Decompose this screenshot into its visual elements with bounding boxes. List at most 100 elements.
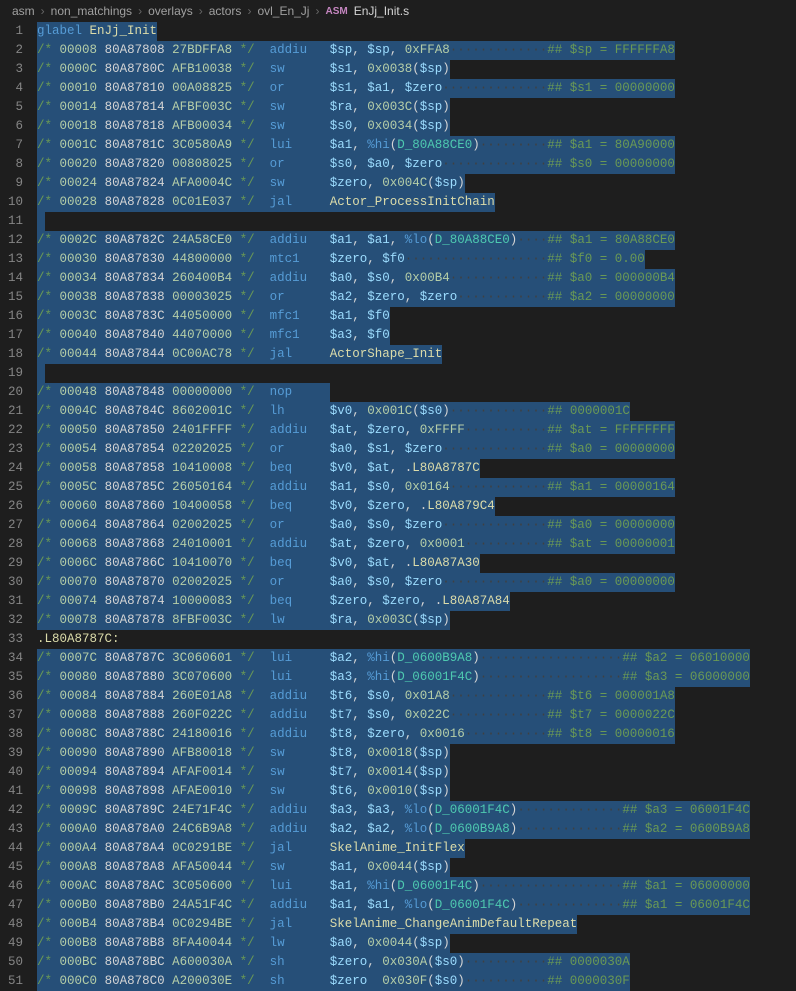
line-number: 4: [8, 79, 23, 98]
line-number: 32: [8, 611, 23, 630]
code-line[interactable]: /* 00084 80A87884 260E01A8 */ addiu $t6,…: [37, 687, 792, 706]
line-number: 7: [8, 136, 23, 155]
code-line[interactable]: /* 0008C 80A8788C 24180016 */ addiu $t8,…: [37, 725, 792, 744]
code-line[interactable]: /* 00054 80A87854 02202025 */ or $a0, $s…: [37, 440, 792, 459]
code-line[interactable]: /* 00010 80A87810 00A08825 */ or $s1, $a…: [37, 79, 792, 98]
line-number: 22: [8, 421, 23, 440]
code-line[interactable]: /* 000B8 80A878B8 8FA40044 */ lw $a0, 0x…: [37, 934, 792, 953]
code-line[interactable]: /* 00018 80A87818 AFB00034 */ sw $s0, 0x…: [37, 117, 792, 136]
line-number: 15: [8, 288, 23, 307]
code-line[interactable]: /* 00044 80A87844 0C00AC78 */ jal ActorS…: [37, 345, 792, 364]
code-line[interactable]: /* 00014 80A87814 AFBF003C */ sw $ra, 0x…: [37, 98, 792, 117]
breadcrumb-part[interactable]: ovl_En_Jj: [257, 4, 309, 18]
chevron-right-icon: ›: [247, 4, 251, 18]
line-number: 33: [8, 630, 23, 649]
code-line[interactable]: /* 00070 80A87870 02002025 */ or $a0, $s…: [37, 573, 792, 592]
line-number: 12: [8, 231, 23, 250]
line-number: 9: [8, 174, 23, 193]
line-number: 6: [8, 117, 23, 136]
chevron-right-icon: ›: [41, 4, 45, 18]
breadcrumb-part[interactable]: asm: [12, 4, 35, 18]
code-line[interactable]: glabel EnJj_Init: [37, 22, 792, 41]
line-number: 31: [8, 592, 23, 611]
line-number: 30: [8, 573, 23, 592]
code-line[interactable]: /* 000B0 80A878B0 24A51F4C */ addiu $a1,…: [37, 896, 792, 915]
breadcrumb-part[interactable]: non_matchings: [51, 4, 132, 18]
code-line[interactable]: /* 00058 80A87858 10410008 */ beq $v0, $…: [37, 459, 792, 478]
code-line[interactable]: /* 000A0 80A878A0 24C6B9A8 */ addiu $a2,…: [37, 820, 792, 839]
line-number: 13: [8, 250, 23, 269]
code-line[interactable]: /* 000A8 80A878A8 AFA50044 */ sw $a1, 0x…: [37, 858, 792, 877]
line-number: 17: [8, 326, 23, 345]
chevron-right-icon: ›: [199, 4, 203, 18]
code-line[interactable]: /* 00048 80A87848 00000000 */ nop: [37, 383, 792, 402]
breadcrumb-file[interactable]: EnJj_Init.s: [354, 4, 409, 18]
line-number: 34: [8, 649, 23, 668]
line-number: 24: [8, 459, 23, 478]
line-number: 49: [8, 934, 23, 953]
code-line[interactable]: /* 0004C 80A8784C 8602001C */ lh $v0, 0x…: [37, 402, 792, 421]
line-number: 50: [8, 953, 23, 972]
breadcrumb: asm › non_matchings › overlays › actors …: [0, 0, 796, 22]
code-line[interactable]: /* 00080 80A87880 3C070600 */ lui $a3, %…: [37, 668, 792, 687]
line-number: 5: [8, 98, 23, 117]
line-number: 36: [8, 687, 23, 706]
code-line[interactable]: /* 0006C 80A8786C 10410070 */ beq $v0, $…: [37, 554, 792, 573]
breadcrumb-part[interactable]: overlays: [148, 4, 193, 18]
line-number: 20: [8, 383, 23, 402]
line-number: 10: [8, 193, 23, 212]
code-line[interactable]: [37, 364, 792, 383]
code-line[interactable]: /* 00074 80A87874 10000083 */ beq $zero,…: [37, 592, 792, 611]
code-line[interactable]: /* 00078 80A87878 8FBF003C */ lw $ra, 0x…: [37, 611, 792, 630]
code-line[interactable]: /* 00090 80A87890 AFB80018 */ sw $t8, 0x…: [37, 744, 792, 763]
code-line[interactable]: /* 00024 80A87824 AFA0004C */ sw $zero, …: [37, 174, 792, 193]
code-line[interactable]: /* 0003C 80A8783C 44050000 */ mfc1 $a1, …: [37, 307, 792, 326]
code-line[interactable]: /* 0000C 80A8780C AFB10038 */ sw $s1, 0x…: [37, 60, 792, 79]
code-line[interactable]: [37, 212, 792, 231]
code-line[interactable]: /* 0005C 80A8785C 26050164 */ addiu $a1,…: [37, 478, 792, 497]
line-number: 45: [8, 858, 23, 877]
line-number: 23: [8, 440, 23, 459]
code-line[interactable]: /* 00050 80A87850 2401FFFF */ addiu $at,…: [37, 421, 792, 440]
code-line[interactable]: /* 00064 80A87864 02002025 */ or $a0, $s…: [37, 516, 792, 535]
code-editor[interactable]: 1234567891011121314151617181920212223242…: [0, 22, 796, 991]
code-line[interactable]: /* 0002C 80A8782C 24A58CE0 */ addiu $a1,…: [37, 231, 792, 250]
code-line[interactable]: /* 0009C 80A8789C 24E71F4C */ addiu $a3,…: [37, 801, 792, 820]
line-number: 39: [8, 744, 23, 763]
code-line[interactable]: .L80A8787C:: [37, 630, 792, 649]
line-number: 16: [8, 307, 23, 326]
line-number-gutter: 1234567891011121314151617181920212223242…: [0, 22, 37, 991]
code-line[interactable]: /* 00030 80A87830 44800000 */ mtc1 $zero…: [37, 250, 792, 269]
code-line[interactable]: /* 00034 80A87834 260400B4 */ addiu $a0,…: [37, 269, 792, 288]
code-line[interactable]: /* 00060 80A87860 10400058 */ beq $v0, $…: [37, 497, 792, 516]
line-number: 42: [8, 801, 23, 820]
code-line[interactable]: /* 00068 80A87868 24010001 */ addiu $at,…: [37, 535, 792, 554]
line-number: 27: [8, 516, 23, 535]
code-line[interactable]: /* 0007C 80A8787C 3C060601 */ lui $a2, %…: [37, 649, 792, 668]
code-line[interactable]: /* 00038 80A87838 00003025 */ or $a2, $z…: [37, 288, 792, 307]
line-number: 18: [8, 345, 23, 364]
line-number: 3: [8, 60, 23, 79]
code-line[interactable]: /* 000A4 80A878A4 0C0291BE */ jal SkelAn…: [37, 839, 792, 858]
code-line[interactable]: /* 00094 80A87894 AFAF0014 */ sw $t7, 0x…: [37, 763, 792, 782]
code-line[interactable]: /* 00098 80A87898 AFAE0010 */ sw $t6, 0x…: [37, 782, 792, 801]
chevron-right-icon: ›: [315, 4, 319, 18]
code-line[interactable]: /* 00028 80A87828 0C01E037 */ jal Actor_…: [37, 193, 792, 212]
line-number: 1: [8, 22, 23, 41]
line-number: 43: [8, 820, 23, 839]
asm-icon: ASM: [325, 6, 347, 17]
line-number: 38: [8, 725, 23, 744]
code-line[interactable]: /* 000B4 80A878B4 0C0294BE */ jal SkelAn…: [37, 915, 792, 934]
code-line[interactable]: /* 000AC 80A878AC 3C050600 */ lui $a1, %…: [37, 877, 792, 896]
code-line[interactable]: /* 00008 80A87808 27BDFFA8 */ addiu $sp,…: [37, 41, 792, 60]
code-line[interactable]: /* 00040 80A87840 44070000 */ mfc1 $a3, …: [37, 326, 792, 345]
code-line[interactable]: /* 0001C 80A8781C 3C0580A9 */ lui $a1, %…: [37, 136, 792, 155]
code-area[interactable]: glabel EnJj_Init/* 00008 80A87808 27BDFF…: [37, 22, 796, 991]
chevron-right-icon: ›: [138, 4, 142, 18]
line-number: 8: [8, 155, 23, 174]
code-line[interactable]: /* 00088 80A87888 260F022C */ addiu $t7,…: [37, 706, 792, 725]
line-number: 25: [8, 478, 23, 497]
code-line[interactable]: /* 00020 80A87820 00808025 */ or $s0, $a…: [37, 155, 792, 174]
code-line[interactable]: /* 000BC 80A878BC A600030A */ sh $zero, …: [37, 953, 792, 972]
breadcrumb-part[interactable]: actors: [209, 4, 242, 18]
